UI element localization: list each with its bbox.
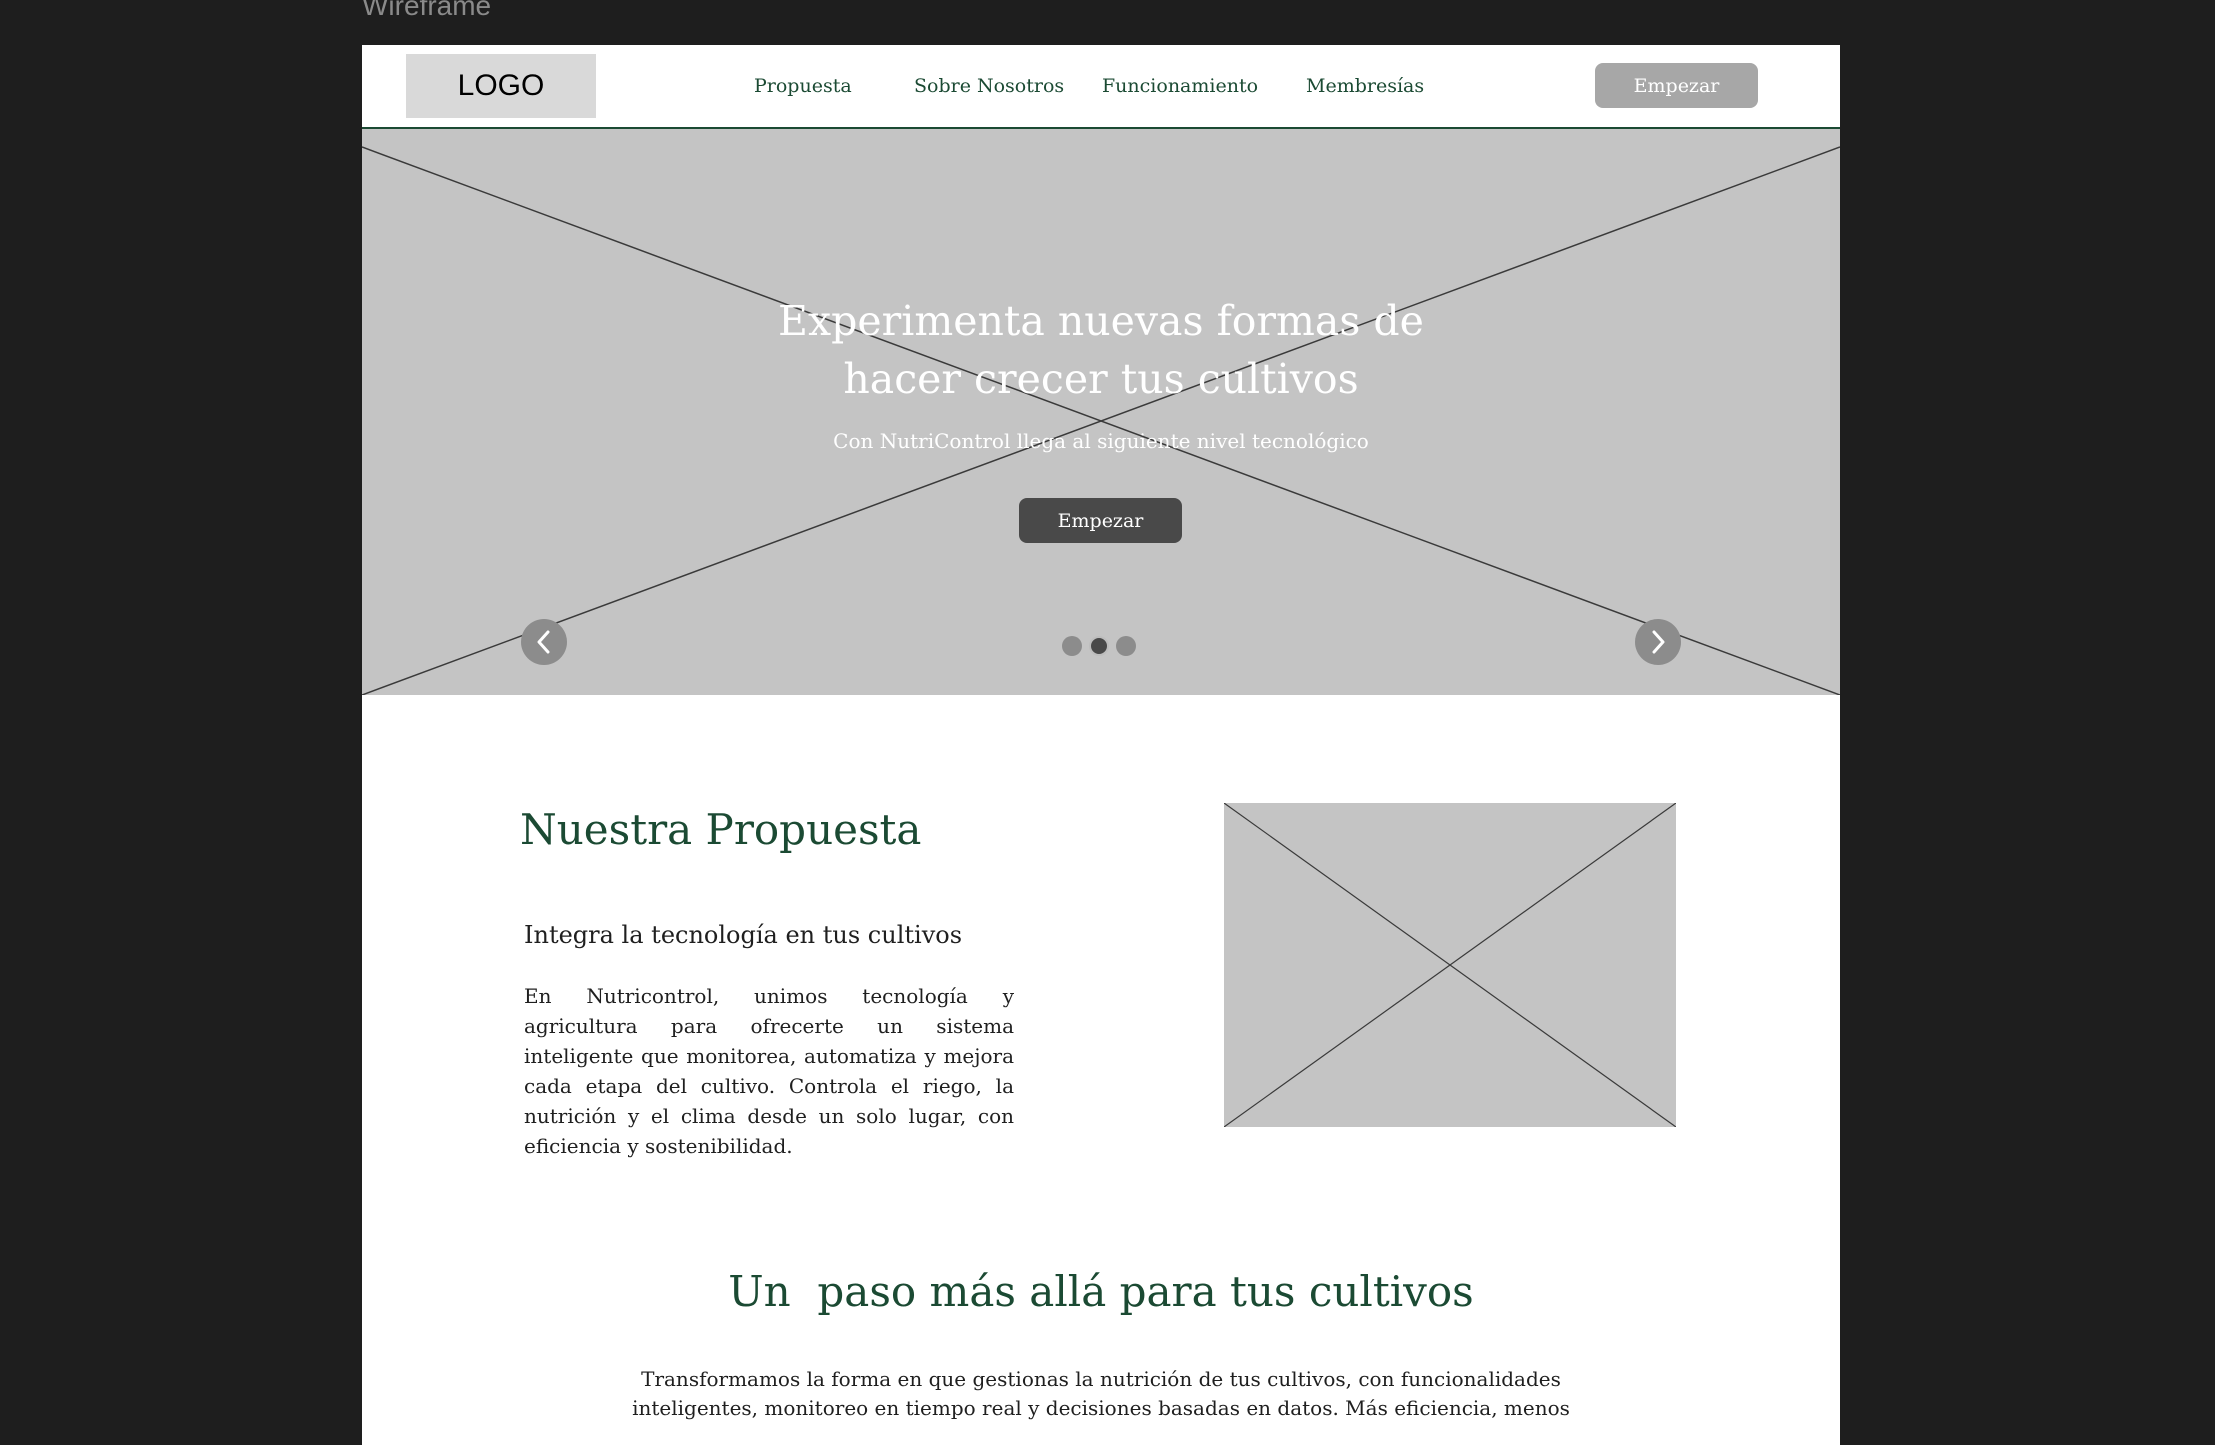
chevron-right-icon — [1652, 630, 1665, 654]
carousel-dot-2[interactable] — [1089, 636, 1109, 656]
chevron-left-icon — [537, 630, 550, 654]
hero-image-placeholder — [362, 146, 1840, 695]
propuesta-title: Nuestra Propuesta — [520, 805, 922, 854]
nav-item-membresias[interactable]: Membresías — [1306, 75, 1424, 97]
hero-carousel: Experimenta nuevas formas de hacer crece… — [362, 129, 1840, 695]
header-start-button[interactable]: Empezar — [1595, 63, 1758, 108]
mas-alla-body: Transformamos la forma en que gestionas … — [632, 1367, 1570, 1420]
hero-subtitle: Con NutriControl llega al siguiente nive… — [833, 429, 1369, 453]
site-header: LOGO Propuesta Sobre Nosotros Funcionami… — [362, 45, 1840, 129]
canvas-frame-label: Wireframe — [362, 0, 492, 21]
propuesta-body: En Nutricontrol, unimos tecnología y agr… — [524, 984, 1014, 1158]
carousel-dot-3[interactable] — [1116, 636, 1136, 656]
hero-title-line-2: hacer crecer tus cultivos — [843, 355, 1359, 403]
nav-item-sobre-nosotros[interactable]: Sobre Nosotros — [914, 75, 1064, 97]
logo[interactable]: LOGO — [406, 54, 596, 118]
nav-item-funcionamiento[interactable]: Funcionamiento — [1102, 75, 1258, 97]
hero-title: Experimenta nuevas formas de hacer crece… — [701, 292, 1501, 408]
carousel-dot-1[interactable] — [1062, 636, 1082, 656]
image-placeholder-cross — [1224, 803, 1676, 1127]
carousel-next-button[interactable] — [1635, 619, 1681, 665]
propuesta-image-placeholder — [1224, 803, 1676, 1127]
hero-title-line-1: Experimenta nuevas formas de — [778, 297, 1424, 345]
propuesta-subtitle: Integra la tecnología en tus cultivos — [524, 921, 963, 949]
wireframe-page: LOGO Propuesta Sobre Nosotros Funcionami… — [362, 45, 1840, 1445]
mas-alla-title: Un paso más allá para tus cultivos — [728, 1267, 1474, 1316]
carousel-prev-button[interactable] — [521, 619, 567, 665]
hero-start-button[interactable]: Empezar — [1019, 498, 1182, 543]
nav-item-propuesta[interactable]: Propuesta — [754, 75, 852, 97]
